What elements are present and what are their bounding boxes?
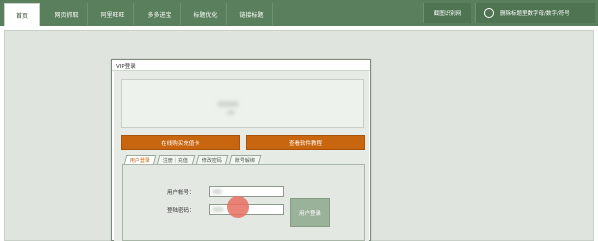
dialog-body: 在线购买充值卡 查看软件教程 用户登录 注册｜充值 修改密码 账号解绑 用户帐号… [114,71,369,241]
password-label: 登陆密码： [167,208,195,214]
username-label: 用户帐号： [167,190,195,196]
dialog-title: VIP登录 [112,60,370,71]
nav-tab-aliwangwang[interactable]: 阿里旺旺 [92,3,134,25]
vip-login-dialog: VIP登录 在线购买充值卡 查看软件教程 用户登录 注册｜充值 修改密码 账号解… [111,59,371,241]
username-input[interactable] [209,186,284,197]
top-navigation-bar: 首页 网页抓取 阿里旺旺 多多进宝 标题优化 链接标题 截图识别网 删除标题里数… [0,0,598,26]
view-tutorial-button[interactable]: 查看软件教程 [246,135,365,150]
notice-box [121,79,364,128]
buy-recharge-card-button[interactable]: 在线购买充值卡 [121,135,240,150]
remove-symbols-option[interactable]: 删除标题里数字母/数字/符号 [475,3,595,23]
nav-tab-web-scrape[interactable]: 网页抓取 [46,3,88,25]
blurred-text [227,110,235,115]
click-indicator [227,196,249,218]
nav-tab-home[interactable]: 首页 [4,3,40,26]
blurred-text [217,101,239,107]
login-form-panel: 用户帐号： 登陆密码： 用户登录 [122,164,365,241]
remove-symbols-label: 删除标题里数字母/数字/符号 [500,11,570,17]
nav-tab-duoduo[interactable]: 多多进宝 [139,3,181,25]
nav-tab-title-optimize[interactable]: 标题优化 [185,3,227,25]
nav-tab-link-title[interactable]: 链接标题 [231,3,273,25]
screenshot-recognize-button[interactable]: 截图识别网 [423,3,471,23]
radio-circle-icon[interactable] [484,8,494,18]
user-login-button[interactable]: 用户登录 [290,198,330,227]
